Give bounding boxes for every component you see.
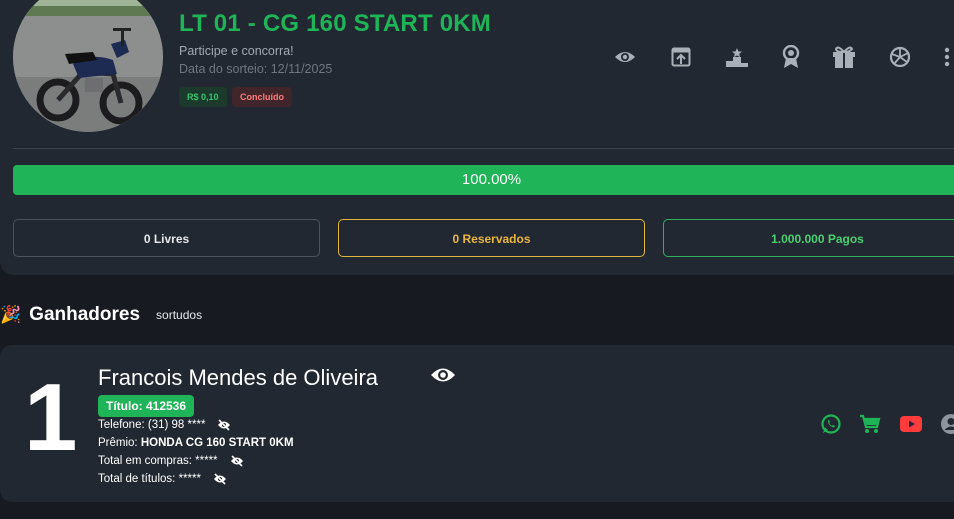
prize-value: HONDA CG 160 START 0KM [140,437,294,449]
phone-label: Telefone: [98,419,145,431]
reserved-numbers-button[interactable]: 0 Reservados [338,219,645,257]
podium-icon[interactable] [724,44,750,70]
eye-off-icon[interactable] [230,455,244,467]
raffle-image[interactable] [13,0,163,132]
winner-rank: 1 [24,364,78,471]
motorcycle-photo [13,0,163,132]
tickets-line: Total de títulos: ***** [98,473,227,485]
eye-icon[interactable] [612,44,638,70]
party-popper-icon: 🎉 [0,305,22,324]
prize-label: Prêmio: [98,437,138,449]
raffle-title: LT 01 - CG 160 START 0KM [179,10,491,37]
user-icon[interactable] [939,412,954,436]
tickets-value: ***** [178,473,201,485]
tickets-label: Total de títulos: [98,473,176,485]
draw-date: Data do sorteio: 12/11/2025 [179,62,333,76]
youtube-icon[interactable] [899,412,923,436]
divider [13,148,954,149]
raffle-subtitle: Participe e concorra! [179,44,294,58]
raffle-card: LT 01 - CG 160 START 0KM Participe e con… [0,0,954,275]
prize-line: Prêmio: HONDA CG 160 START 0KM [98,437,294,449]
winners-title: Ganhadores [29,304,141,325]
eye-icon[interactable] [430,366,456,388]
cart-icon[interactable] [858,412,882,436]
progress-label: 100.00% [461,171,522,188]
free-numbers-button[interactable]: 0 Livres [13,219,320,257]
progress-bar: 100.00% [13,165,954,195]
price-badge: R$ 0,10 [179,87,227,107]
spin-icon[interactable] [887,44,913,70]
eye-off-icon[interactable] [213,473,227,485]
purchases-label: Total em compras: [98,455,192,467]
winner-name: Francois Mendes de Oliveira [98,365,379,390]
gift-icon[interactable] [831,44,857,70]
phone-value: (31) 98 **** [147,419,206,431]
more-icon[interactable] [940,44,954,70]
award-icon[interactable] [778,44,804,70]
purchases-value: ***** [195,455,218,467]
winners-header: 🎉 Ganhadores sortudos [0,302,202,328]
winners-subtitle: sortudos [156,308,203,322]
ticket-badge: Título: 412536 [98,395,195,417]
status-badge: Concluído [232,87,292,107]
phone-line: Telefone: (31) 98 **** [98,419,231,431]
eye-off-icon[interactable] [217,419,231,431]
whatsapp-icon[interactable] [819,412,843,436]
share-icon[interactable] [668,44,694,70]
purchases-line: Total em compras: ***** [98,455,244,467]
paid-numbers-button[interactable]: 1.000.000 Pagos [663,219,954,257]
